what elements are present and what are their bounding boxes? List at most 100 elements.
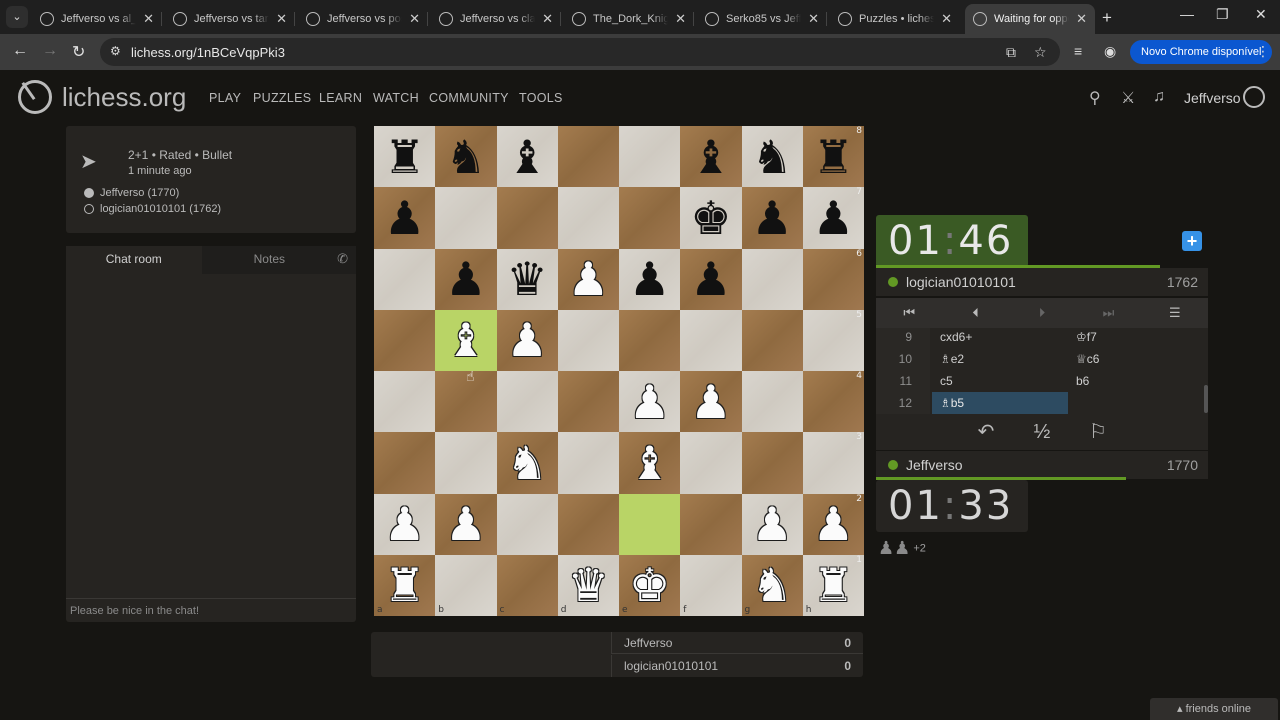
white-rook-icon[interactable]: ♜ [813, 562, 854, 608]
tab-search-icon[interactable]: ⌄ [6, 6, 28, 28]
white-pawn-icon[interactable]: ♟ [507, 317, 548, 363]
install-app-icon[interactable]: ⧉ [1006, 44, 1016, 61]
close-tab-icon[interactable]: ✕ [542, 11, 553, 27]
square-b5[interactable]: ♝ [435, 309, 497, 371]
square-f2[interactable] [680, 493, 742, 555]
square-h8[interactable]: ♜ 8 [802, 126, 864, 188]
black-player[interactable]: logician01010101 (1762) [84, 203, 221, 215]
square-h5[interactable]: 5 [802, 309, 864, 371]
black-knight-icon[interactable]: ♞ [752, 134, 793, 180]
square-e5[interactable] [619, 309, 681, 371]
close-tab-icon[interactable]: ✕ [1076, 11, 1087, 27]
current-move[interactable]: ♗b5 [932, 392, 1068, 414]
close-tab-icon[interactable]: ✕ [409, 11, 420, 27]
square-g4[interactable] [741, 371, 803, 433]
square-b1[interactable]: b [435, 554, 497, 616]
new-tab-icon[interactable]: + [1102, 8, 1112, 28]
square-f3[interactable] [680, 432, 742, 494]
forward-icon[interactable]: → [42, 42, 58, 60]
black-bishop-icon[interactable]: ♝ [507, 134, 548, 180]
square-g6[interactable] [741, 248, 803, 310]
square-b3[interactable] [435, 432, 497, 494]
square-e6[interactable]: ♟ [619, 248, 681, 310]
square-a5[interactable] [374, 309, 436, 371]
media-controls-icon[interactable]: ≡ [1074, 43, 1082, 59]
close-tab-icon[interactable]: ✕ [276, 11, 287, 27]
black-pawn-icon[interactable]: ♟ [690, 256, 731, 302]
black-pawn-icon[interactable]: ♟ [445, 256, 486, 302]
square-f1[interactable]: f [680, 554, 742, 616]
square-e8[interactable] [619, 126, 681, 188]
black-rook-icon[interactable]: ♜ [384, 134, 425, 180]
square-c4[interactable] [496, 371, 558, 433]
square-h6[interactable]: 6 [802, 248, 864, 310]
white-rook-icon[interactable]: ♜ [384, 562, 425, 608]
white-bishop-icon[interactable]: ♝ [445, 317, 486, 363]
minimize-icon[interactable]: — [1180, 6, 1194, 22]
close-window-icon[interactable]: ✕ [1255, 6, 1267, 23]
reload-icon[interactable]: ↻ [72, 42, 85, 62]
square-d1[interactable]: ♛ d [557, 554, 619, 616]
square-c6[interactable]: ♛ [496, 248, 558, 310]
square-d5[interactable] [557, 309, 619, 371]
white-player[interactable]: Jeffverso (1770) [84, 187, 179, 199]
white-bishop-icon[interactable]: ♝ [629, 440, 670, 486]
white-knight-icon[interactable]: ♞ [752, 562, 793, 608]
square-a7[interactable]: ♟ [374, 187, 436, 249]
nav-puzzles[interactable]: PUZZLES [253, 91, 311, 105]
square-d4[interactable] [557, 371, 619, 433]
crosstable-row[interactable]: Jeffverso 0 [611, 632, 863, 654]
square-g7[interactable]: ♟ [741, 187, 803, 249]
square-h4[interactable]: 4 [802, 371, 864, 433]
square-d7[interactable] [557, 187, 619, 249]
menu-icon[interactable]: ☰ [1142, 298, 1208, 328]
square-f8[interactable]: ♝ [680, 126, 742, 188]
close-tab-icon[interactable]: ✕ [675, 11, 686, 27]
square-c7[interactable] [496, 187, 558, 249]
square-c1[interactable]: c [496, 554, 558, 616]
give-time-button[interactable]: + [1182, 231, 1202, 251]
browser-tab[interactable]: Jeffverso vs clag ✕ [431, 4, 561, 34]
black-king-icon[interactable]: ♚ [690, 195, 731, 241]
black-knight-icon[interactable]: ♞ [445, 134, 486, 180]
black-pawn-icon[interactable]: ♟ [629, 256, 670, 302]
nav-learn[interactable]: LEARN [319, 91, 362, 105]
browser-tab[interactable]: Serko85 vs Jeffve✕ [697, 4, 827, 34]
nav-tools[interactable]: TOOLS [519, 91, 563, 105]
white-pawn-icon[interactable]: ♟ [813, 501, 854, 547]
square-d8[interactable] [557, 126, 619, 188]
nav-play[interactable]: PLAY [209, 91, 241, 105]
square-f7[interactable]: ♚ [680, 187, 742, 249]
tab-chat-room[interactable]: Chat room [66, 246, 202, 274]
chrome-update-button[interactable]: Novo Chrome disponível [1130, 40, 1273, 64]
user-avatar-icon[interactable] [1243, 86, 1265, 108]
back-icon[interactable]: ← [12, 42, 28, 60]
next-move-icon[interactable]: ⏵ [1009, 298, 1075, 328]
first-move-icon[interactable]: ⏮ [876, 298, 942, 328]
square-e3[interactable]: ♝ [619, 432, 681, 494]
browser-tab[interactable]: Jeffverso vs posn✕ [298, 4, 428, 34]
browser-tab[interactable]: The_Dork_Knight✕ [564, 4, 694, 34]
browser-tab[interactable]: Jeffverso vs tarek✕ [165, 4, 295, 34]
white-knight-icon[interactable]: ♞ [507, 440, 548, 486]
square-c5[interactable]: ♟ [496, 309, 558, 371]
square-h1[interactable]: ♜ 1 h [802, 554, 864, 616]
square-h7[interactable]: ♟ 7 [802, 187, 864, 249]
square-g1[interactable]: ♞ g [741, 554, 803, 616]
white-king-icon[interactable]: ♚ [629, 562, 670, 608]
close-tab-icon[interactable]: ✕ [941, 11, 952, 27]
square-g5[interactable] [741, 309, 803, 371]
chat-input[interactable]: Please be nice in the chat! [66, 598, 356, 622]
square-a6[interactable] [374, 248, 436, 310]
takeback-icon[interactable]: ↶ [971, 414, 1001, 450]
url-text[interactable]: lichess.org/1nBCeVqpPki3 [131, 45, 285, 60]
last-move-icon[interactable]: ⏭ [1075, 298, 1141, 328]
square-c3[interactable]: ♞ [496, 432, 558, 494]
square-d6[interactable]: ♟ [557, 248, 619, 310]
black-rook-icon[interactable]: ♜ [813, 134, 854, 180]
restore-icon[interactable]: ❐ [1216, 6, 1229, 23]
square-f6[interactable]: ♟ [680, 248, 742, 310]
square-b8[interactable]: ♞ [435, 126, 497, 188]
tab-notes[interactable]: Notes [202, 246, 338, 274]
square-d3[interactable] [557, 432, 619, 494]
